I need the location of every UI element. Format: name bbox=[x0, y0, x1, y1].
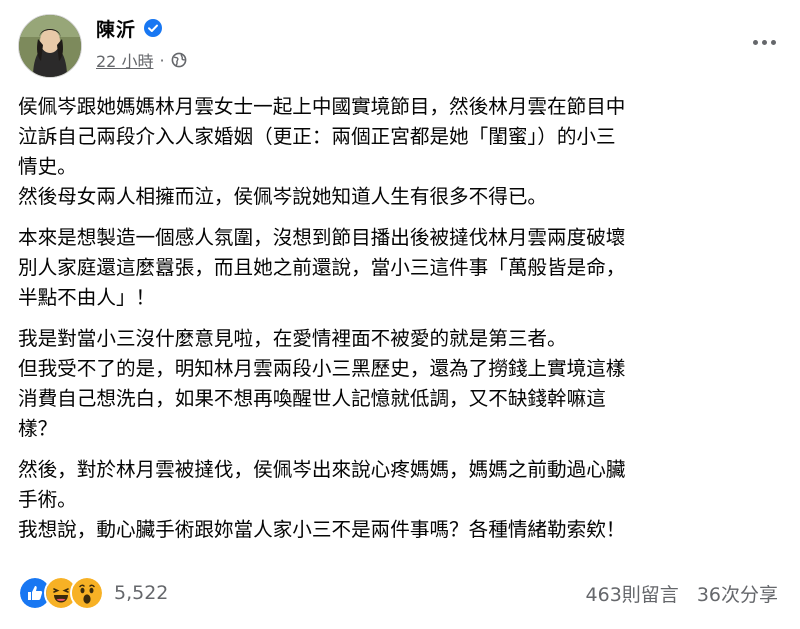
globe-icon[interactable] bbox=[171, 52, 187, 68]
paragraph-1: 侯佩岑跟她媽媽林月雲女士一起上中國實境節目，然後林月雲在節目中 泣訴自己兩段介入… bbox=[18, 92, 786, 212]
text-line: 半點不由人」！ bbox=[18, 286, 156, 309]
meta-separator: · bbox=[159, 50, 165, 70]
more-horizontal-icon bbox=[752, 39, 758, 45]
text-line: 消費自己想洗白，如果不想再喚醒世人記憶就低調，又不缺錢幹嘛這 bbox=[18, 387, 606, 410]
post-meta: 22 小時 · bbox=[96, 48, 187, 72]
text-line: 樣？ bbox=[18, 417, 58, 440]
text-line: 然後，對於林月雲被撻伐，侯佩岑出來說心疼媽媽，媽媽之前動過心臟 bbox=[18, 458, 626, 481]
text-line: 泣訴自己兩段介入人家婚姻（更正：兩個正宮都是她「閨蜜」）的小三 bbox=[18, 125, 616, 148]
more-dot bbox=[770, 39, 776, 45]
text-line: 然後母女兩人相擁而泣，侯佩岑說她知道人生有很多不得已。 bbox=[18, 185, 548, 208]
author-row: 陳沂 bbox=[96, 14, 163, 42]
more-dot bbox=[761, 39, 767, 45]
shares-count-link[interactable]: 36次分享 bbox=[697, 580, 778, 607]
post-timestamp[interactable]: 22 小時 bbox=[96, 48, 153, 72]
more-options-button[interactable] bbox=[746, 28, 782, 56]
text-line: 本來是想製造一個感人氛圍，沒想到節目播出後被撻伐林月雲兩度破壞 bbox=[18, 226, 626, 249]
post-footer: 5,522 463則留言 36次分享 bbox=[18, 576, 778, 610]
paragraph-2: 本來是想製造一個感人氛圍，沒想到節目播出後被撻伐林月雲兩度破壞 別人家庭還這麼囂… bbox=[18, 223, 786, 313]
comments-count-link[interactable]: 463則留言 bbox=[586, 580, 679, 607]
text-line: 我想說，動心臟手術跟妳當人家小三不是兩件事嗎？各種情緒勒索欸！ bbox=[18, 518, 626, 541]
avatar[interactable] bbox=[18, 14, 82, 78]
reaction-icons bbox=[18, 576, 104, 610]
text-line: 情史。 bbox=[18, 155, 77, 178]
facebook-post: 陳沂 22 小時 · 侯佩岑跟她媽媽林月雲女士一起上中國實境節目，然後林月雲在節… bbox=[0, 0, 800, 629]
text-line: 別人家庭還這麼囂張，而且她之前還說，當小三這件事「萬般皆是命， bbox=[18, 256, 626, 279]
wow-icon bbox=[70, 576, 104, 610]
reaction-count: 5,522 bbox=[114, 582, 169, 604]
text-line: 手術。 bbox=[18, 488, 77, 511]
author-name[interactable]: 陳沂 bbox=[96, 15, 136, 42]
text-line: 但我受不了的是，明知林月雲兩段小三黑歷史，還為了撈錢上實境這樣 bbox=[18, 357, 626, 380]
reactions-summary[interactable]: 5,522 bbox=[18, 576, 168, 610]
paragraph-3: 我是對當小三沒什麼意見啦，在愛情裡面不被愛的就是第三者。 但我受不了的是，明知林… bbox=[18, 324, 786, 444]
text-line: 我是對當小三沒什麼意見啦，在愛情裡面不被愛的就是第三者。 bbox=[18, 327, 567, 350]
verified-badge-icon bbox=[144, 19, 163, 37]
avatar-photo bbox=[19, 15, 81, 77]
text-line: 侯佩岑跟她媽媽林月雲女士一起上中國實境節目，然後林月雲在節目中 bbox=[18, 95, 626, 118]
post-body: 侯佩岑跟她媽媽林月雲女士一起上中國實境節目，然後林月雲在節目中 泣訴自己兩段介入… bbox=[18, 92, 786, 556]
engagement-stats: 463則留言 36次分享 bbox=[586, 580, 778, 607]
paragraph-4: 然後，對於林月雲被撻伐，侯佩岑出來說心疼媽媽，媽媽之前動過心臟 手術。 我想說，… bbox=[18, 455, 786, 545]
